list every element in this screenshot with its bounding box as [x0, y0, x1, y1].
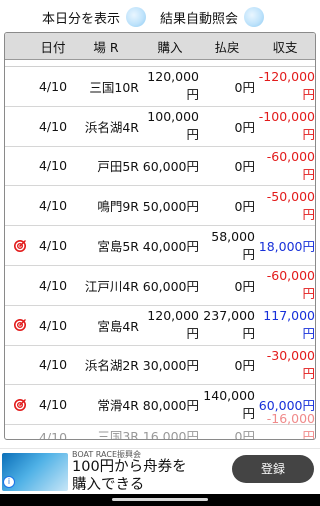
cell-payout: 0円 [234, 159, 255, 175]
cell-payout: 0円 [234, 119, 255, 135]
target-icon [5, 239, 35, 253]
table-body: 4/10 三国10R 120,000円 0円 -120,000円 4/10 浜名湖4R 100… [5, 67, 315, 426]
table-row[interactable]: 4/10 浜名湖4R 100,000円 0円 -100,000円 [5, 107, 315, 147]
info-icon[interactable]: i [3, 476, 15, 488]
table-row[interactable]: 4/10 鳴門9R 50,000円 0円 -50,000円 [5, 186, 315, 227]
cell-payout: 0円 [234, 278, 255, 294]
cell-venue: 三国10R [89, 79, 139, 95]
ad-text: 100円から舟券を 購入できる [72, 458, 187, 494]
header-date: 日付 [40, 39, 66, 55]
table-row[interactable]: 4/10 宮島4R 120,000円 237,000円 117,000円 [5, 306, 315, 346]
ad-line2: 購入できる [72, 477, 145, 493]
header-payout: 払戻 [214, 39, 240, 55]
cell-purchase: 60,000円 [142, 159, 199, 175]
cell-date: 4/10 [38, 317, 68, 333]
show-today-toggle[interactable] [126, 7, 147, 27]
cell-purchase: 30,000円 [142, 358, 199, 374]
cell-date: 4/10 [38, 118, 68, 134]
ad-banner[interactable]: i BOAT RACE振興会 100円から舟券を 購入できる 登録 [0, 448, 320, 495]
cell-date: 4/10 [38, 277, 68, 293]
cell-purchase: 120,000円 [147, 308, 199, 342]
cell-balance: -60,000円 [266, 148, 315, 182]
cell-venue: 宮島4R [97, 318, 139, 334]
cell-venue: 浜名湖4R [84, 119, 139, 135]
show-today-label: 本日分を表示 [42, 11, 121, 27]
cell-payout: 0円 [234, 358, 255, 374]
cell-venue: 江戸川4R [84, 278, 139, 294]
cell-balance: 18,000円 [258, 239, 315, 255]
cell-payout: 58,000円 [211, 228, 255, 262]
cell-balance: -120,000円 [258, 69, 315, 103]
table-header: 日付 場 R 購入 払戻 収支 [5, 33, 315, 60]
cell-venue: 戸田5R [97, 159, 139, 175]
table-row[interactable]: 4/10 戸田5R 60,000円 0円 -60,000円 [5, 147, 315, 187]
cell-purchase: 120,000円 [147, 69, 199, 103]
auto-inquiry-label: 結果自動照会 [160, 11, 239, 27]
header-venue: 場 R [93, 39, 119, 55]
target-icon [5, 318, 35, 332]
cell-balance: -100,000円 [258, 109, 315, 143]
header-purchase: 購入 [157, 39, 183, 55]
header-balance: 収支 [272, 39, 298, 55]
auto-inquiry-toggle[interactable] [244, 7, 265, 27]
target-icon [5, 398, 35, 412]
cell-balance: -30,000円 [266, 347, 315, 381]
cell-purchase: 60,000円 [142, 278, 199, 294]
top-controls: 本日分を表示 結果自動照会 [0, 0, 320, 34]
cell-payout: 237,000円 [203, 308, 255, 342]
cell-date: 4/10 [38, 238, 68, 254]
cell-balance: -50,000円 [266, 188, 315, 222]
cell-purchase: 50,000円 [142, 199, 199, 215]
cell-date: 4/10 [38, 198, 68, 214]
cell-purchase: 40,000円 [142, 239, 199, 255]
cell-balance: -60,000円 [266, 268, 315, 302]
table-row[interactable]: 4/10 浜名湖2R 30,000円 0円 -30,000円 [5, 346, 315, 386]
table-row[interactable]: 4/10 宮島5R 40,000円 58,000円 18,000円 [5, 226, 315, 266]
cell-date: 4/10 [38, 78, 68, 94]
cell-payout: 0円 [234, 79, 255, 95]
home-indicator[interactable] [112, 498, 208, 501]
cell-venue: 常滑4R [97, 398, 139, 414]
ad-line1: 100円から舟券を [72, 459, 187, 475]
cell-venue: 浜名湖2R [84, 358, 139, 374]
cell-payout: 140,000円 [203, 387, 255, 421]
results-table: 日付 場 R 購入 払戻 収支 4/10 三国10R 120,000円 0円 -120,… [4, 32, 316, 440]
system-nav-bar [0, 494, 320, 506]
table-row[interactable]: 4/10 三国10R 120,000円 0円 -120,000円 [5, 67, 315, 107]
register-button[interactable]: 登録 [232, 455, 314, 483]
cell-venue: 宮島5R [97, 239, 139, 255]
cell-payout: 0円 [234, 199, 255, 215]
cell-purchase: 100,000円 [147, 109, 199, 143]
cell-balance: 117,000円 [263, 308, 315, 342]
cell-date: 4/10 [38, 357, 68, 373]
cell-purchase: 80,000円 [142, 398, 199, 414]
cell-date: 4/10 [38, 397, 68, 413]
table-row-partial: 4/10 三国3R 16,000円 0円 -16,000円 [5, 411, 315, 439]
cell-date: 4/10 [38, 158, 68, 174]
table-row[interactable]: 4/10 江戸川4R 60,000円 0円 -60,000円 [5, 266, 315, 306]
cell-venue: 鳴門9R [97, 199, 139, 215]
